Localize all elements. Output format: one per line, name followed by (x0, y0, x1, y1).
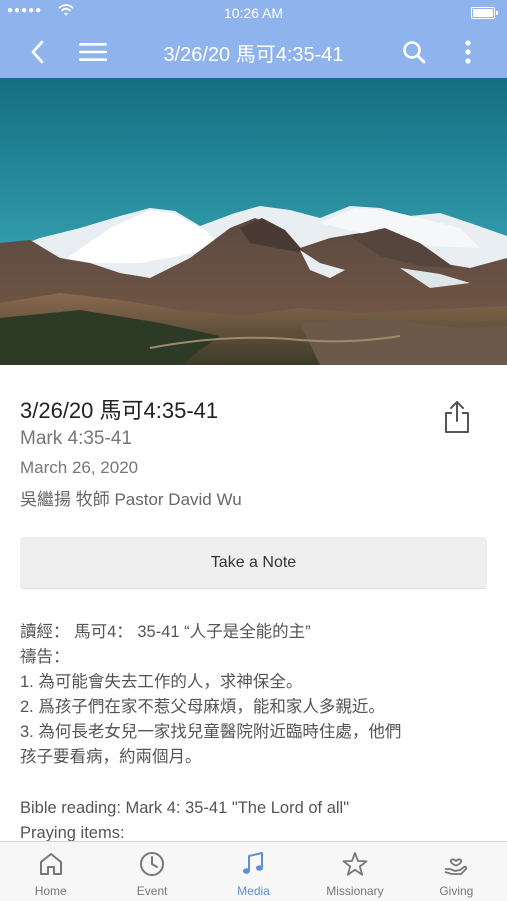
page-title: 3/26/20 馬可4:35-41 (163, 43, 344, 66)
tab-event[interactable]: Event (101, 842, 202, 901)
share-button[interactable] (441, 399, 473, 435)
share-icon (445, 401, 469, 433)
battery-icon (471, 7, 498, 19)
tab-label: Missionary (326, 884, 384, 898)
search-icon (403, 41, 426, 64)
notes-line: 3. 為何長老女兒一家找兒童醫院附近臨時住處，他們 (20, 723, 402, 741)
notes-line: 1. 為可能會失去工作的人，求神保全。 (20, 673, 303, 691)
tab-home[interactable]: Home (0, 842, 101, 901)
hamburger-menu-icon (79, 43, 107, 61)
notes-line: 禱告： (20, 648, 70, 666)
sermon-notes: 讀經： 馬可4： 35-41 “人子是全能的主” 禱告： 1. 為可能會失去工作… (20, 620, 490, 846)
tab-label: Event (136, 884, 168, 898)
chevron-left-icon (31, 40, 44, 64)
notes-line: 讀經： 馬可4： 35-41 “人子是全能的主” (20, 623, 311, 641)
more-options-button[interactable] (448, 26, 488, 78)
tab-media[interactable]: Media (203, 842, 304, 901)
tab-label: Media (237, 884, 270, 898)
navigation-bar: 3/26/20 馬可4:35-41 (0, 26, 507, 78)
notes-line: 2. 爲孩子們在家不惹父母麻煩，能和家人多親近。 (20, 698, 385, 716)
sermon-speaker: 吳繼揚 牧師 Pastor David Wu (20, 490, 242, 509)
take-note-button[interactable]: Take a Note (20, 537, 487, 589)
sermon-date: March 26, 2020 (20, 458, 139, 477)
sermon-title: 3/26/20 馬可4:35-41 (20, 398, 219, 423)
menu-button[interactable] (73, 26, 113, 78)
tab-label: Home (34, 884, 67, 898)
top-bar: ●●●●● 10:26 AM 3/26/20 馬可4:35-41 (0, 0, 507, 78)
status-bar: ●●●●● 10:26 AM (0, 0, 507, 26)
tab-giving[interactable]: Giving (406, 842, 507, 901)
notes-line: 孩子要看病，約兩個月。 (20, 748, 202, 766)
status-time: 10:26 AM (223, 5, 284, 21)
music-note-icon (242, 852, 263, 874)
notes-line: Bible reading: Mark 4: 35-41 "The Lord o… (20, 799, 350, 817)
star-icon (342, 852, 368, 876)
giving-hand-icon (445, 858, 468, 875)
tab-missionary[interactable]: Missionary (304, 842, 405, 901)
clock-icon (140, 852, 165, 876)
back-button[interactable] (18, 26, 58, 78)
sermon-scripture: Mark 4:35-41 (20, 428, 132, 449)
sermon-cover-image (0, 78, 507, 365)
tab-bar: Home Event Media Missionary Giving (0, 841, 507, 901)
more-vertical-icon (465, 40, 471, 64)
tab-label: Giving (439, 884, 474, 898)
home-icon (39, 853, 62, 875)
search-button[interactable] (394, 26, 434, 78)
